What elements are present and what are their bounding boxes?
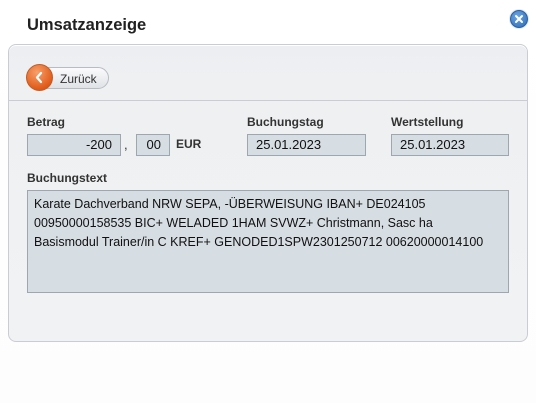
booking-text-label: Buchungstext — [27, 171, 108, 185]
booking-date-label: Buchungstag — [247, 115, 324, 129]
amount-separator: , — [124, 137, 128, 152]
booking-text-line: Basismodul Trainer/in C KREF+ GENODED1SP… — [34, 235, 484, 249]
amount-cents-field[interactable]: 00 — [136, 134, 170, 156]
close-button[interactable] — [510, 10, 528, 28]
dialog-title: Umsatzanzeige — [27, 16, 147, 34]
booking-date-field[interactable]: 25.01.2023 — [247, 134, 366, 156]
value-date-label: Wertstellung — [391, 115, 464, 129]
back-circle — [26, 64, 53, 91]
chevron-left-icon — [35, 71, 43, 84]
toolbar-divider — [9, 100, 527, 101]
close-icon — [515, 15, 523, 23]
booking-text-field[interactable]: Karate Dachverband NRW SEPA, -ÜBERWEISUN… — [27, 190, 509, 293]
booking-text-line: Karate Dachverband NRW SEPA, -ÜBERWEISUN… — [34, 197, 426, 211]
back-button[interactable]: Zurück — [26, 64, 109, 91]
currency-label: EUR — [176, 137, 202, 151]
amount-whole-field[interactable]: -200 — [27, 134, 121, 156]
value-date-field[interactable]: 25.01.2023 — [391, 134, 509, 156]
back-button-label: Zurück — [60, 72, 97, 86]
transaction-dialog: Umsatzanzeige Zurück Betrag -200 , 00 EU… — [0, 0, 536, 403]
amount-label: Betrag — [27, 115, 66, 129]
booking-text-line: 00950000158535 BIC+ WELADED 1HAM SVWZ+ C… — [34, 216, 433, 230]
